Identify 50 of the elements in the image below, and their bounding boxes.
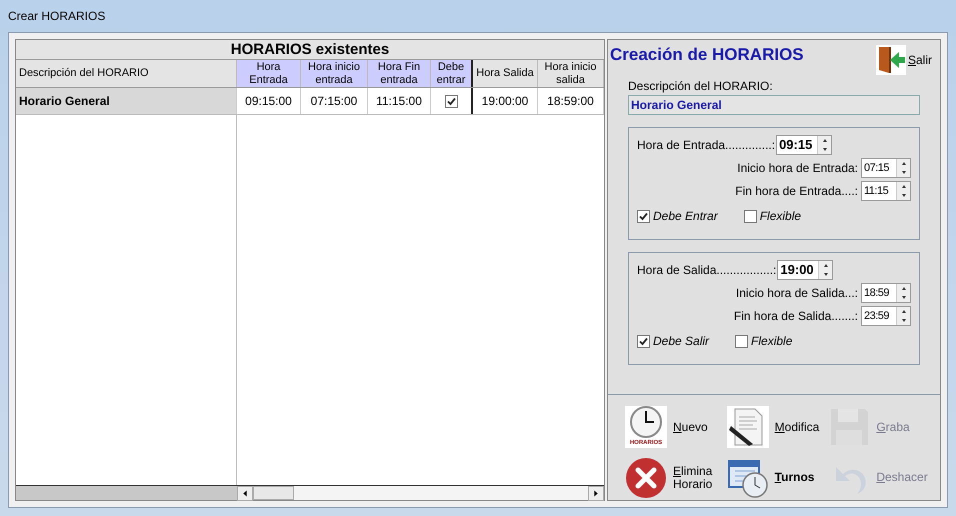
action-button[interactable]: Turnos [726, 456, 828, 500]
time-spinner[interactable]: 23:59 [861, 306, 911, 326]
time-label: Inicio hora de Entrada: [737, 160, 858, 177]
checkbox[interactable] [744, 210, 757, 222]
document-pen-icon [726, 406, 769, 448]
scroll-thumb[interactable] [253, 486, 294, 500]
column-header[interactable]: Descripción del HORARIO [16, 60, 237, 87]
table-cell: 07:15:00 [301, 88, 368, 114]
column-header[interactable]: Debe entrar [431, 60, 473, 87]
grid-title: HORARIOS existentes [16, 40, 604, 60]
checkbox-label: Debe Salir [653, 333, 710, 350]
table-cell: 09:15:00 [237, 88, 301, 114]
window-title: Crear HORARIOS [8, 8, 106, 25]
checkbox[interactable] [637, 334, 650, 348]
horizontal-scrollbar[interactable] [237, 486, 604, 500]
scroll-left-icon[interactable] [237, 486, 253, 501]
time-label: Hora de Entrada..............: [637, 137, 776, 154]
time-label: Hora de Salida.................: [637, 262, 776, 279]
time-spinner[interactable]: 19:00 [777, 260, 834, 280]
description-label: Descripción del HORARIO: [628, 78, 774, 95]
time-label: Inicio hora de Salida...: [736, 285, 858, 302]
table-cell: 19:00:00 [473, 88, 538, 114]
column-header[interactable]: Hora inicio entrada [301, 60, 368, 87]
time-spinner[interactable]: 07:15 [861, 158, 911, 178]
checkbox-label: Flexible [751, 333, 792, 350]
time-label: Fin hora de Salida.......: [734, 308, 858, 325]
column-header[interactable]: Hora inicio salida [538, 60, 604, 87]
action-button[interactable]: Elimina Horario [625, 456, 727, 500]
exit-door-icon [876, 45, 906, 75]
exit-button[interactable]: Salir [876, 45, 932, 75]
panel-title: Creación de HORARIOS [610, 44, 804, 66]
checkbox[interactable] [735, 334, 748, 348]
table-cell: 18:59:00 [538, 88, 604, 114]
checkbox[interactable] [637, 210, 650, 222]
time-label: Fin hora de Entrada....: [735, 183, 858, 200]
description-field[interactable]: Horario General [628, 95, 920, 115]
column-header[interactable]: Hora Fin entrada [368, 60, 431, 87]
table-cell: Horario General [16, 88, 237, 114]
column-header[interactable]: Hora Salida [473, 60, 538, 87]
delete-icon [625, 456, 667, 499]
table-cell: 11:15:00 [368, 88, 431, 114]
checkbox-label: Debe Entrar [653, 208, 718, 225]
time-spinner[interactable]: 18:59 [861, 283, 911, 303]
column-header[interactable]: Hora Entrada [237, 60, 301, 87]
checkbox-label: Flexible [760, 208, 802, 225]
time-spinner[interactable]: 11:15 [861, 181, 911, 201]
scroll-right-icon[interactable] [588, 486, 604, 501]
action-button[interactable]: Modifica [726, 405, 828, 450]
checkbox[interactable] [444, 94, 458, 108]
time-spinner[interactable]: 09:15 [776, 135, 832, 155]
